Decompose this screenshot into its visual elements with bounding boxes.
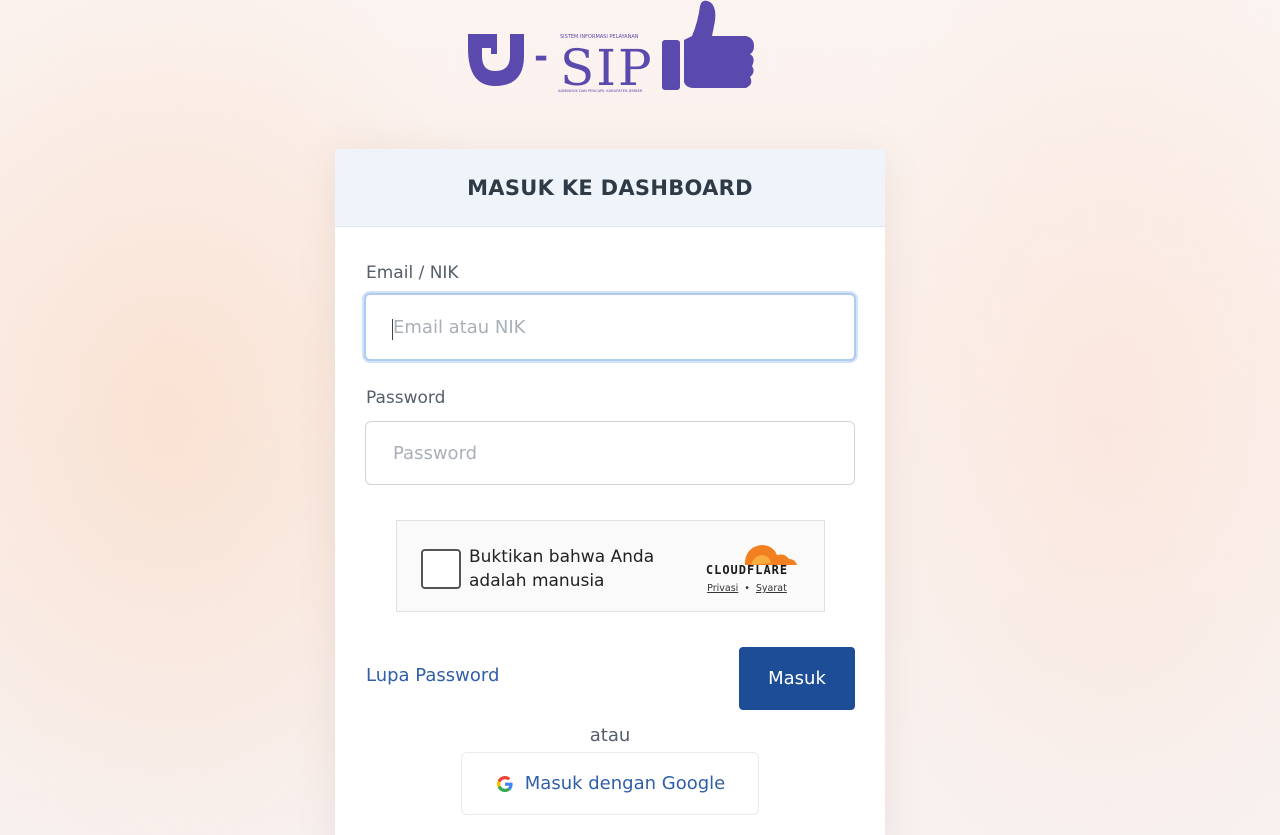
page-title: MASUK KE DASHBOARD	[467, 175, 753, 200]
password-label: Password	[366, 388, 446, 408]
captcha-links: Privasi • Syarat	[691, 583, 803, 594]
logo-dash: -	[534, 37, 548, 77]
j-sip-logo: - SIP SISTEM INFORMASI PELAYANAN ADMINDU…	[468, 0, 754, 96]
captcha-checkbox[interactable]	[421, 549, 461, 589]
google-icon	[496, 775, 513, 792]
captcha-widget: Buktikan bahwa Anda adalah manusia CLOUD…	[396, 520, 825, 612]
thumbs-up-icon	[662, 0, 754, 90]
text-cursor	[392, 319, 393, 340]
login-button[interactable]: Masuk	[739, 647, 855, 710]
password-input[interactable]	[365, 421, 855, 485]
logo-sip-text: SIP	[560, 39, 654, 96]
google-login-button[interactable]: Masuk dengan Google	[461, 752, 759, 815]
logo-tagline-bottom: ADMINDUK DAN PENCAPIL KABUPATEN JEMBER	[558, 89, 643, 93]
link-separator: •	[744, 583, 750, 594]
captcha-text: Buktikan bahwa Anda adalah manusia	[469, 547, 655, 591]
card-header: MASUK KE DASHBOARD	[335, 149, 885, 227]
forgot-password-link[interactable]: Lupa Password	[366, 665, 499, 686]
logo-tagline-top: SISTEM INFORMASI PELAYANAN	[560, 34, 639, 40]
privacy-link[interactable]: Privasi	[707, 583, 738, 594]
cloudflare-wordmark: CLOUDFLARE	[705, 563, 789, 577]
email-input[interactable]	[364, 293, 856, 361]
or-separator: atau	[589, 725, 631, 746]
terms-link[interactable]: Syarat	[756, 583, 787, 594]
google-login-label: Masuk dengan Google	[524, 773, 726, 794]
email-label: Email / NIK	[366, 263, 459, 283]
login-card: MASUK KE DASHBOARD Email / NIK Password …	[335, 149, 885, 835]
